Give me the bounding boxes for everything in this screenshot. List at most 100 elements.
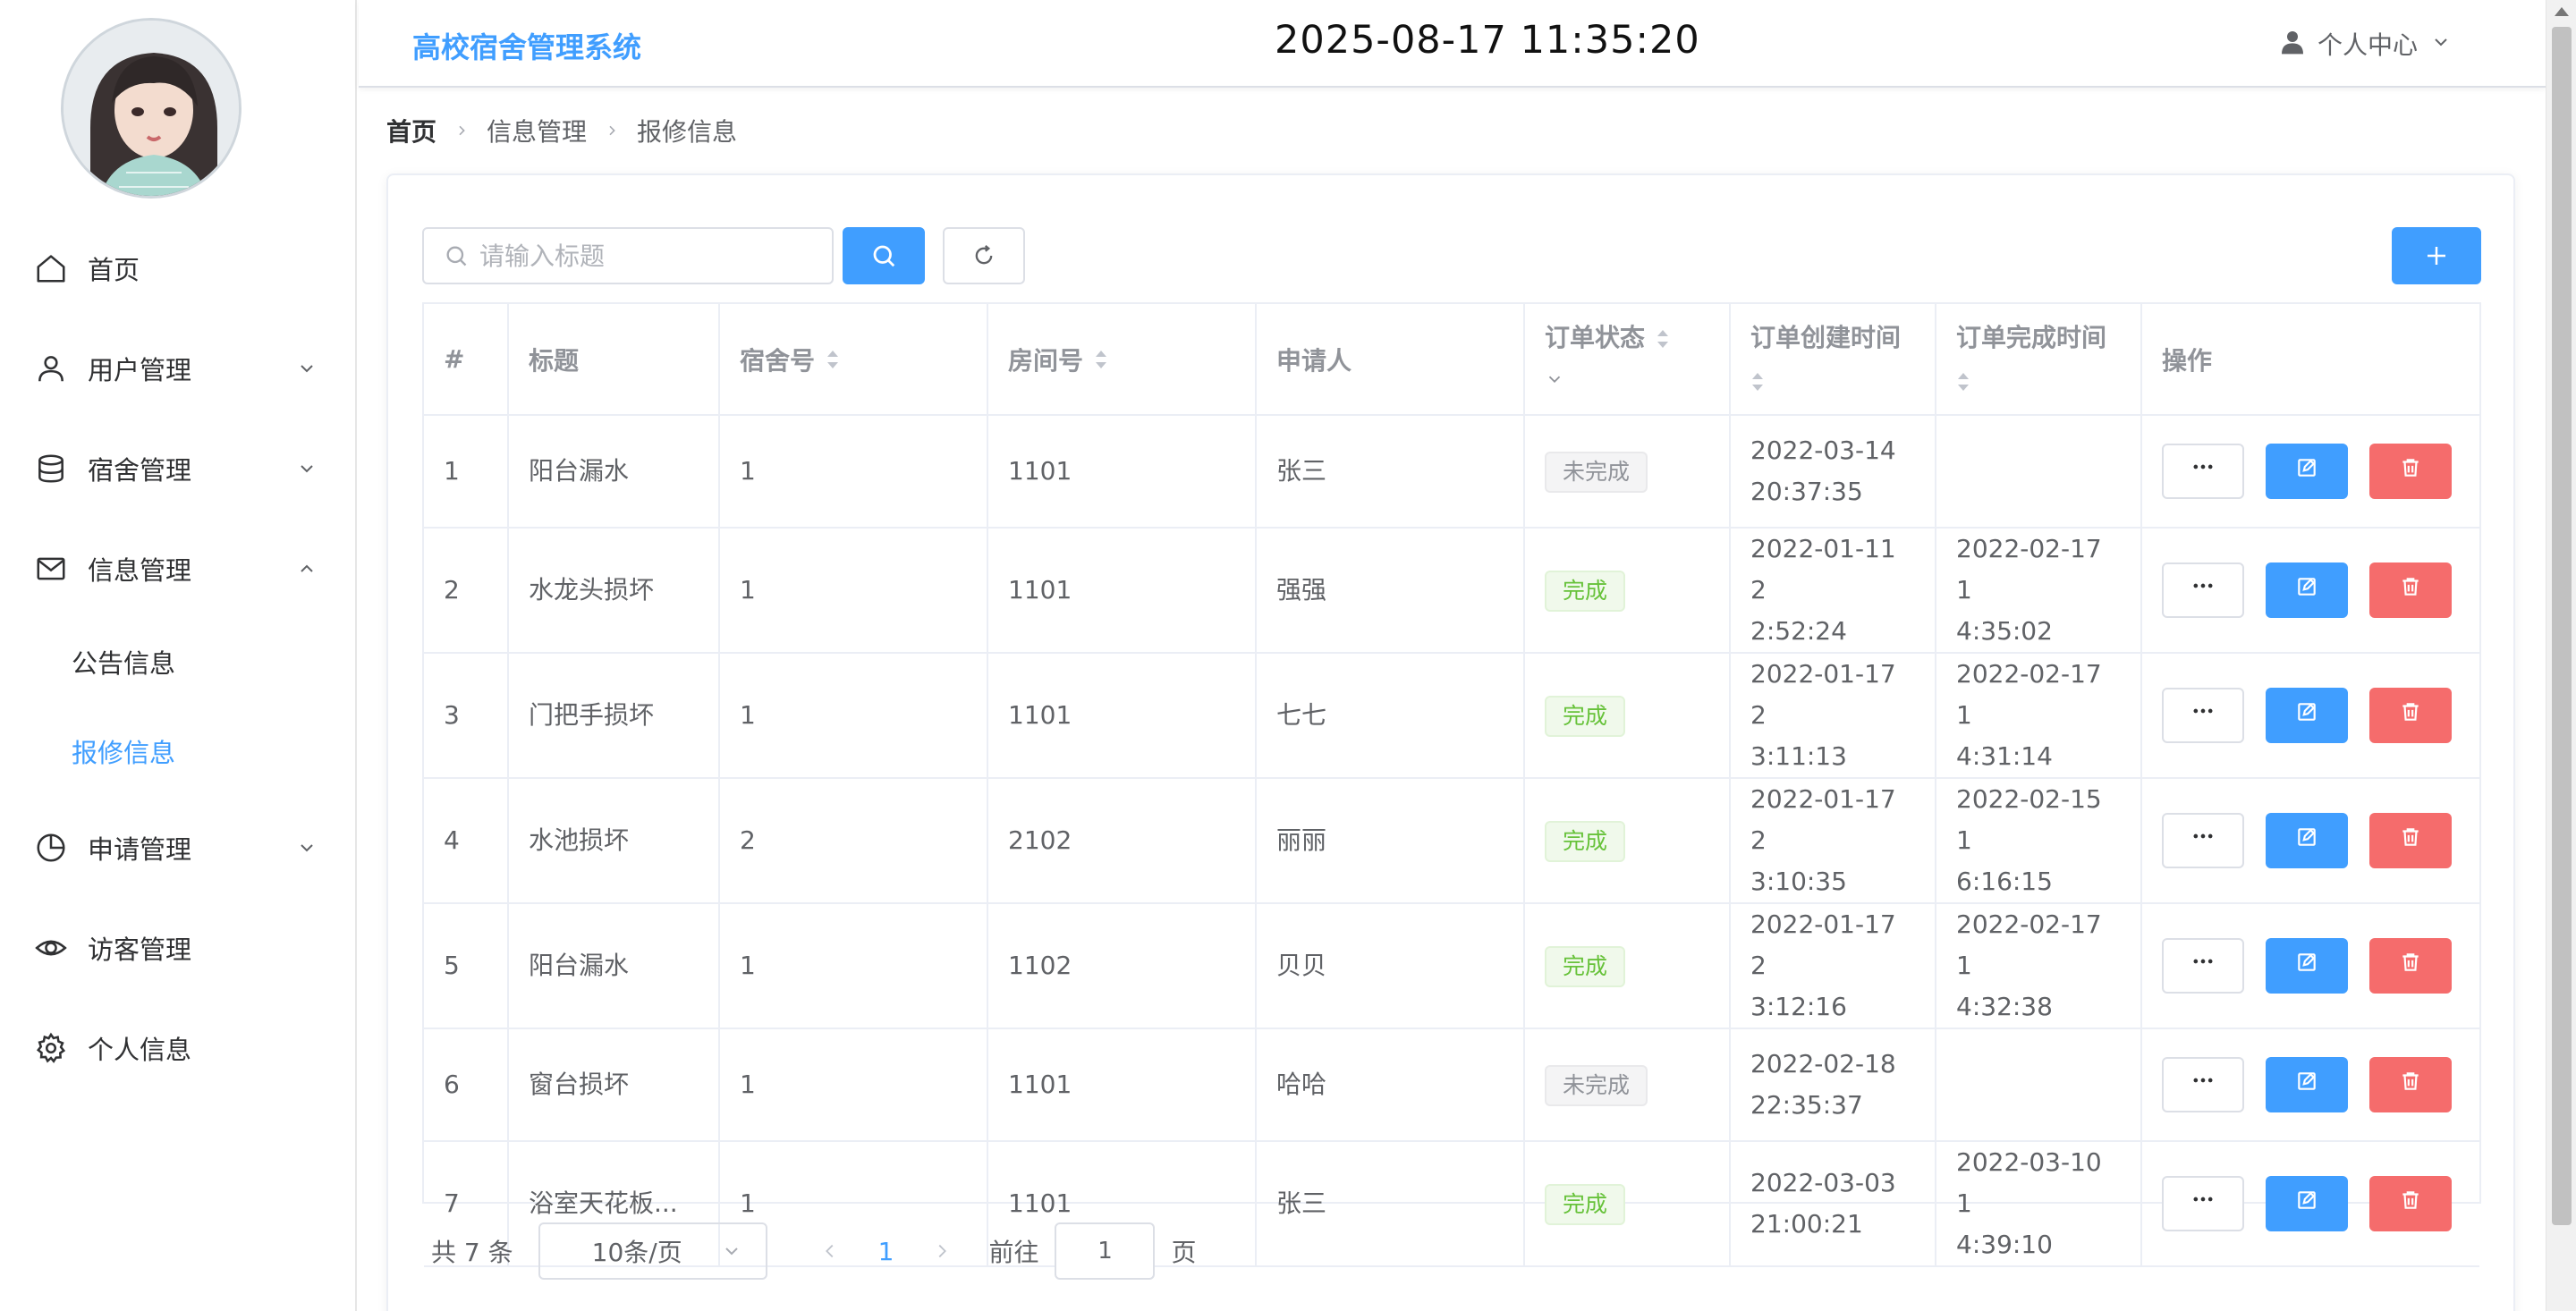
column-header-label: 房间号 — [1008, 345, 1084, 376]
cell-finished: 2022-02-17 1 4:35:02 — [1936, 528, 2142, 654]
cell-dorm: 1 — [719, 1028, 988, 1142]
search-input[interactable] — [479, 241, 819, 271]
sort-caret-icon[interactable] — [1656, 327, 1670, 351]
cell-index: 6 — [424, 1028, 509, 1142]
search-button[interactable] — [843, 227, 925, 284]
cell-finished: 2022-02-17 1 4:32:38 — [1936, 903, 2142, 1029]
sidebar-item-dorm-management[interactable]: 宿舍管理 — [0, 431, 355, 506]
breadcrumb-current: 报修信息 — [637, 117, 738, 147]
cell-room-text: 1101 — [1008, 1070, 1072, 1099]
cell-applicant-text: 丽丽 — [1276, 825, 1327, 855]
user-center-dropdown[interactable]: 个人中心 — [2278, 23, 2452, 64]
delete-button[interactable] — [2369, 813, 2452, 868]
cell-title-text: 门把手损坏 — [529, 700, 655, 730]
cell-applicant: 强强 — [1256, 528, 1525, 654]
cell-dorm: 1 — [719, 415, 988, 529]
edit-button[interactable] — [2266, 1057, 2348, 1112]
sidebar-item-user-management[interactable]: 用户管理 — [0, 331, 355, 406]
cell-actions — [2141, 415, 2479, 529]
search-field[interactable] — [422, 227, 834, 284]
sidebar-subitem-repairs[interactable]: 报修信息 — [0, 715, 355, 787]
edit-button[interactable] — [2266, 1176, 2348, 1231]
edit-button[interactable] — [2266, 562, 2348, 618]
more-button[interactable] — [2162, 688, 2244, 743]
delete-button[interactable] — [2369, 562, 2452, 618]
delete-icon — [2399, 570, 2422, 611]
edit-button[interactable] — [2266, 813, 2348, 868]
row-actions — [2162, 813, 2460, 868]
sidebar-item-info-management[interactable]: 信息管理 — [0, 531, 355, 606]
cell-dorm: 1 — [719, 653, 988, 779]
sort-caret-icon[interactable] — [1956, 370, 1970, 393]
more-icon — [2190, 820, 2216, 861]
more-button[interactable] — [2162, 562, 2244, 618]
scroll-up-arrow-icon[interactable] — [2555, 7, 2569, 16]
cell-created-text: 2022-01-17 2 3:12:16 — [1750, 909, 1896, 1021]
cell-created-text: 2022-01-17 2 3:10:35 — [1750, 784, 1896, 896]
pagination-total: 共 7 条 — [431, 1238, 513, 1267]
cell-finished-text: 2022-02-17 1 4:35:02 — [1956, 534, 2102, 646]
cell-title-text: 阳台漏水 — [529, 456, 630, 486]
sidebar-item-home[interactable]: 首页 — [0, 231, 355, 306]
cell-created-text: 2022-02-18 22:35:37 — [1750, 1049, 1896, 1120]
plus-icon — [2428, 247, 2445, 265]
more-button[interactable] — [2162, 1176, 2244, 1231]
column-header-dorm[interactable]: 宿舍号 — [719, 304, 988, 416]
more-button[interactable] — [2162, 938, 2244, 994]
cell-finished-text: 2022-02-15 1 6:16:15 — [1956, 784, 2102, 896]
delete-button[interactable] — [2369, 938, 2452, 994]
sidebar-item-application-management[interactable]: 申请管理 — [0, 810, 355, 885]
breadcrumb-info-management[interactable]: 信息管理 — [487, 113, 587, 148]
sidebar-item-personal-info[interactable]: 个人信息 — [0, 1011, 355, 1086]
chevron-left-icon — [825, 1244, 834, 1258]
page-scrollbar[interactable] — [2546, 0, 2576, 1311]
more-button[interactable] — [2162, 444, 2244, 499]
cell-room: 1101 — [987, 528, 1257, 654]
column-header-room[interactable]: 房间号 — [987, 304, 1257, 416]
cell-title: 门把手损坏 — [508, 653, 720, 779]
next-page-button[interactable] — [926, 1235, 958, 1267]
delete-button[interactable] — [2369, 688, 2452, 743]
edit-button[interactable] — [2266, 938, 2348, 994]
delete-button[interactable] — [2369, 1057, 2452, 1112]
delete-icon — [2399, 820, 2422, 861]
delete-button[interactable] — [2369, 444, 2452, 499]
filter-chevron-down-icon[interactable] — [1545, 369, 1564, 389]
cell-applicant-text: 哈哈 — [1276, 1070, 1327, 1099]
edit-button[interactable] — [2266, 444, 2348, 499]
prev-page-button[interactable] — [814, 1235, 846, 1267]
search-icon — [873, 245, 895, 267]
column-header-label: 订单状态 — [1545, 322, 1646, 352]
cell-index-text: 2 — [444, 575, 460, 605]
cell-actions — [2141, 778, 2479, 904]
page-size-select[interactable]: 10条/页 — [538, 1222, 767, 1280]
more-button[interactable] — [2162, 1057, 2244, 1112]
cell-dorm: 1 — [719, 903, 988, 1029]
cell-created-text: 2022-03-14 20:37:35 — [1750, 436, 1896, 506]
sort-caret-icon[interactable] — [1750, 370, 1765, 393]
scrollbar-thumb[interactable] — [2552, 27, 2572, 1225]
sort-caret-icon[interactable] — [826, 348, 840, 371]
page-number-current[interactable]: 1 — [878, 1237, 894, 1266]
sidebar-subitem-announcements[interactable]: 公告信息 — [0, 626, 355, 698]
reset-button[interactable] — [943, 227, 1025, 284]
app-root: 首页 用户管理 宿舍管理 信息管理 公告信息 报修信息 申请管理 访客管理 个人… — [0, 0, 2576, 1311]
column-header-created[interactable]: 订单创建时间 — [1730, 304, 1936, 416]
cell-finished: 2022-03-10 1 4:39:10 — [1936, 1141, 2142, 1267]
sort-caret-icon[interactable] — [1094, 348, 1108, 371]
cell-title: 水龙头损坏 — [508, 528, 720, 654]
column-header-finished[interactable]: 订单完成时间 — [1936, 304, 2142, 416]
edit-button[interactable] — [2266, 688, 2348, 743]
cell-dorm: 2 — [719, 778, 988, 904]
breadcrumb-home[interactable]: 首页 — [386, 113, 436, 148]
sidebar-item-visitor-management[interactable]: 访客管理 — [0, 910, 355, 985]
cell-title-text: 浴室天花板... — [529, 1188, 678, 1218]
column-header-status[interactable]: 订单状态 — [1524, 304, 1731, 416]
cell-title: 阳台漏水 — [508, 415, 720, 529]
delete-button[interactable] — [2369, 1176, 2452, 1231]
add-button[interactable] — [2392, 227, 2481, 284]
breadcrumb-separator-icon — [459, 125, 465, 136]
cell-status: 完成 — [1524, 903, 1731, 1029]
goto-page-input[interactable] — [1055, 1222, 1156, 1280]
more-button[interactable] — [2162, 813, 2244, 868]
